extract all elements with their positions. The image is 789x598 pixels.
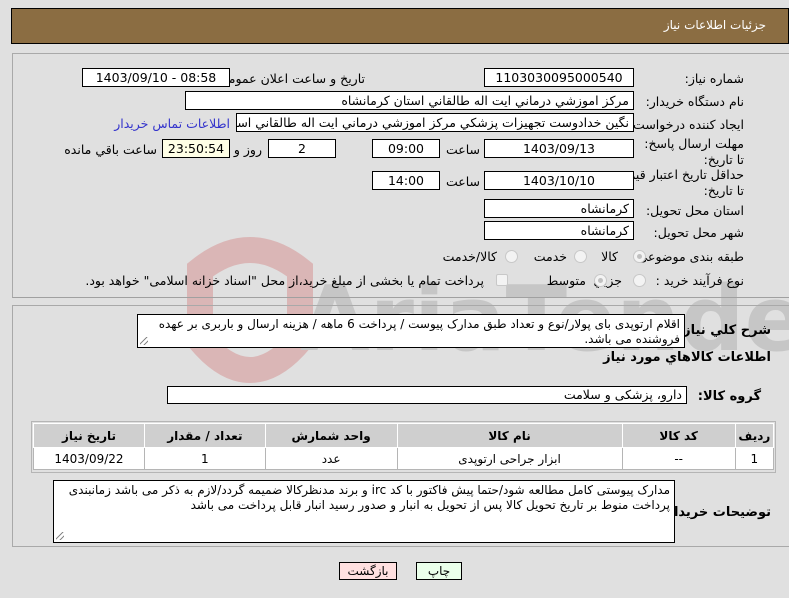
category-radio-goods[interactable]	[633, 250, 646, 263]
items-table: رديف کد کالا نام کالا واحد شمارش تعداد /…	[33, 423, 775, 470]
reply-time-label: ساعت	[445, 142, 480, 157]
description-text: اقلام ارتوپدی بای پولار/نوع و تعداد طبق …	[158, 317, 680, 346]
purchase-type-radio-minor[interactable]	[633, 274, 646, 287]
reply-deadline-label: مهلت ارسال پاسخ: تا تاريخ:	[644, 136, 744, 167]
time-remaining-field: 23:50:54	[162, 139, 230, 158]
days-remaining-field: 2	[268, 139, 336, 158]
purchase-type-radio-medium[interactable]	[594, 274, 607, 287]
buyer-notes-label: توضيحات خريدار:	[661, 505, 771, 520]
page-header: جزئيات اطلاعات نياز	[11, 8, 789, 44]
col-code: کد کالا	[621, 423, 736, 448]
price-validity-time-label: ساعت	[445, 174, 480, 189]
category-label: طبقه بندی موضوعی:	[633, 249, 744, 264]
announce-datetime-label: تاريخ و ساعت اعلان عمومي:	[214, 71, 365, 86]
cell-code: --	[621, 447, 736, 470]
category-option-service: خدمت	[533, 249, 567, 264]
print-button[interactable]: چاپ	[416, 562, 462, 580]
category-radio-goods-service[interactable]	[505, 250, 518, 263]
requester-label: ايجاد کننده درخواست:	[628, 117, 744, 132]
announce-datetime-field: 1403/09/10 - 08:58	[82, 68, 230, 87]
buyer-notes-textarea[interactable]: مدارک پیوستی کامل مطالعه شود/حتما پیش فا…	[53, 480, 675, 543]
description-label: شرح کلي نياز:	[677, 323, 771, 338]
category-option-goods: کالا	[601, 249, 618, 264]
back-button[interactable]: بازگشت	[339, 562, 397, 580]
reply-deadline-date-field: 1403/09/13	[484, 139, 634, 158]
cell-row: 1	[734, 447, 775, 470]
need-number-field: 1103030095000540	[484, 68, 634, 87]
page-title: جزئيات اطلاعات نياز	[663, 18, 766, 32]
category-option-goods-service: کالا/خدمت	[442, 249, 497, 264]
items-table-header: رديف کد کالا نام کالا واحد شمارش تعداد /…	[33, 423, 775, 448]
purchase-type-option-medium: متوسط	[546, 273, 586, 288]
goods-group-field: دارو، پزشکی و سلامت	[167, 386, 687, 404]
requester-field: نگين خدادوست تجهيزات پزشکي مرکز اموزشي د…	[236, 113, 634, 132]
resize-grip-icon[interactable]	[140, 337, 148, 345]
category-radio-service[interactable]	[574, 250, 587, 263]
delivery-province-label: استان محل تحويل:	[645, 203, 744, 218]
delivery-city-label: شهر محل تحويل:	[653, 225, 744, 240]
delivery-city-field: کرمانشاه	[484, 221, 634, 240]
cell-quantity: 1	[143, 447, 266, 470]
goods-group-label: گروه کالا:	[697, 389, 761, 404]
col-unit: واحد شمارش	[264, 423, 398, 448]
price-validity-time-field: 14:00	[372, 171, 440, 190]
need-number-label: شماره نياز:	[684, 71, 744, 86]
col-row: رديف	[734, 423, 775, 448]
price-validity-date-field: 1403/10/10	[484, 171, 634, 190]
reply-deadline-time-field: 09:00	[372, 139, 440, 158]
delivery-province-field: کرمانشاه	[484, 199, 634, 218]
cell-name: ابزار جراحی ارتوپدی	[396, 447, 623, 470]
purchase-type-label: نوع فرآيند خريد :	[655, 273, 744, 288]
description-textarea[interactable]: اقلام ارتوپدی بای پولار/نوع و تعداد طبق …	[137, 314, 685, 348]
col-quantity: تعداد / مقدار	[143, 423, 266, 448]
treasury-checkbox-label: پرداخت تمام یا بخشی از مبلغ خرید،از محل …	[85, 273, 484, 288]
col-need-date: تاريخ نياز	[33, 423, 145, 448]
treasury-checkbox[interactable]	[496, 274, 508, 286]
buyer-contact-link[interactable]: اطلاعات تماس خريدار	[114, 116, 230, 131]
cell-need-date: 1403/09/22	[33, 447, 145, 470]
time-remaining-label: ساعت باقي مانده	[64, 142, 157, 157]
resize-grip-icon[interactable]	[56, 532, 64, 540]
days-label: روز و	[233, 142, 262, 157]
buyer-org-label: نام دستگاه خريدار:	[645, 94, 744, 109]
col-name: نام کالا	[396, 423, 623, 448]
cell-unit: عدد	[264, 447, 398, 470]
buyer-notes-text: مدارک پیوستی کامل مطالعه شود/حتما پیش فا…	[68, 483, 670, 512]
items-section-title: اطلاعات کالاهاي مورد نياز	[603, 350, 771, 365]
table-row: 1 -- ابزار جراحی ارتوپدی عدد 1 1403/09/2…	[33, 447, 775, 470]
buyer-org-field: مرکز اموزشي درماني ايت اله طالقاني استان…	[185, 91, 634, 110]
